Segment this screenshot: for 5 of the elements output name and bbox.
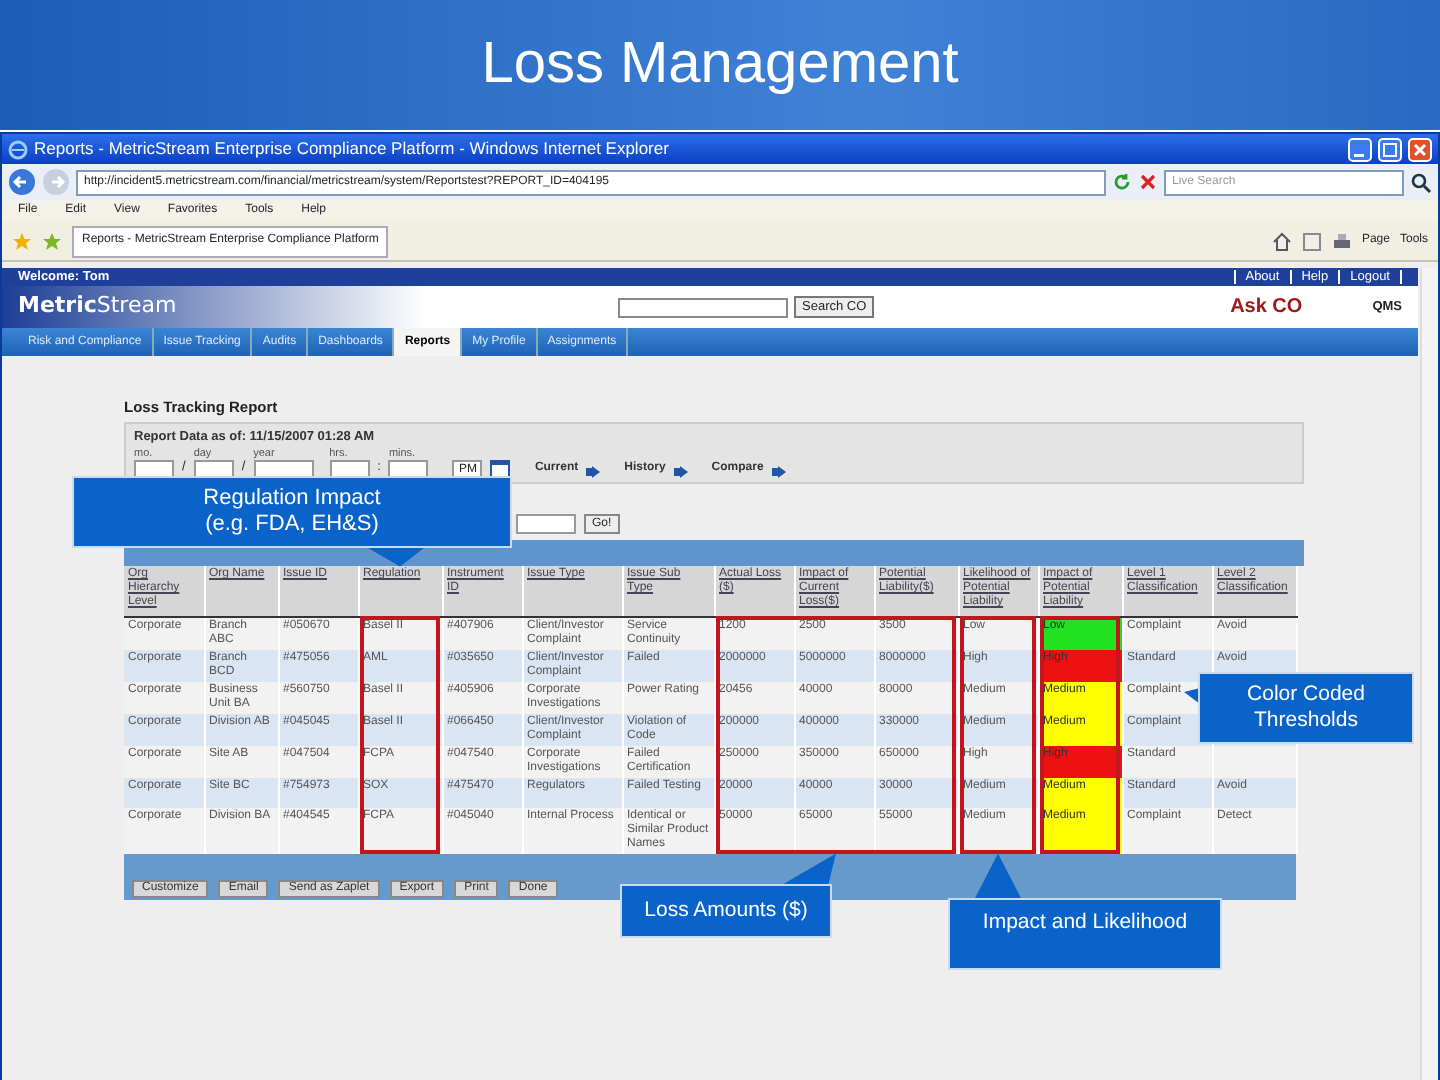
ask-link[interactable]: Ask CO: [1230, 292, 1303, 322]
logo: MetricStream: [18, 290, 179, 323]
window-title: Reports - MetricStream Enterprise Compliance Platform - Windows Internet Explorer: [34, 136, 671, 162]
callout-label: Color Coded Thresholds: [1198, 672, 1414, 744]
slide-title: Loss Management: [481, 36, 959, 94]
